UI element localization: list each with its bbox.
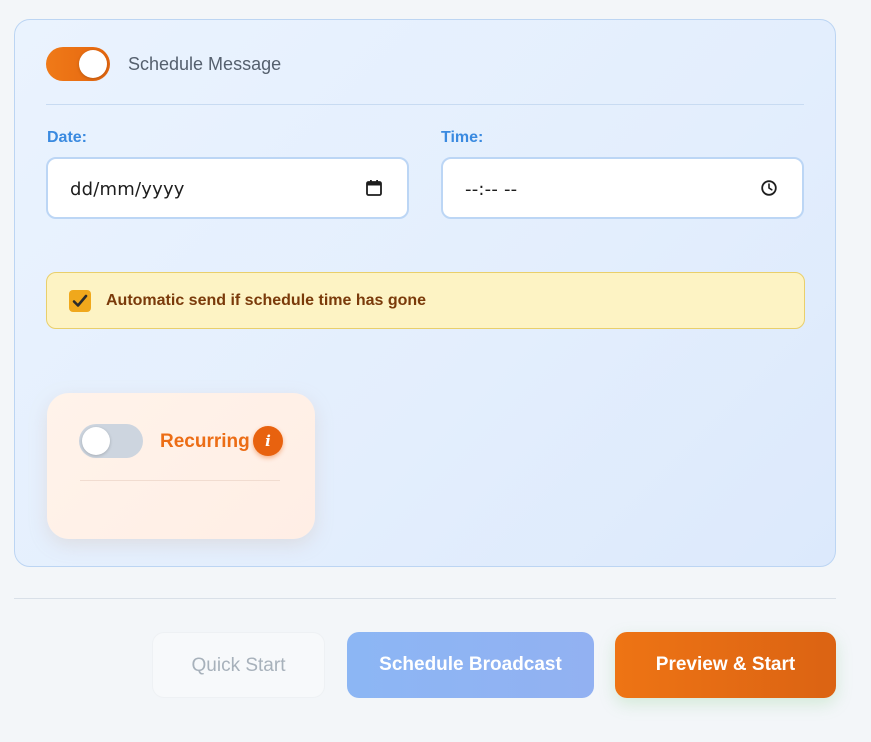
divider: [14, 598, 836, 599]
recurring-toggle[interactable]: [79, 424, 143, 458]
schedule-broadcast-button[interactable]: Schedule Broadcast: [347, 632, 594, 698]
info-icon[interactable]: i: [253, 426, 283, 456]
time-input[interactable]: --:-- --: [441, 157, 804, 219]
auto-send-checkbox[interactable]: [69, 290, 91, 312]
divider: [46, 104, 804, 105]
clock-icon[interactable]: [760, 179, 778, 197]
date-input[interactable]: dd/mm/yyyy: [46, 157, 409, 219]
time-input-placeholder: --:-- --: [465, 179, 518, 200]
toggle-knob: [82, 427, 110, 455]
date-label: Date:: [47, 129, 88, 146]
preview-start-button[interactable]: Preview & Start: [615, 632, 836, 698]
auto-send-label: Automatic send if schedule time has gone: [106, 292, 427, 309]
quick-start-button[interactable]: Quick Start: [152, 632, 325, 698]
checkmark-icon: [72, 294, 88, 307]
schedule-message-label: Schedule Message: [128, 54, 282, 74]
recurring-card: Recurring i: [47, 393, 315, 539]
date-input-placeholder: dd/mm/yyyy: [70, 179, 185, 200]
recurring-label: Recurring: [160, 431, 250, 452]
calendar-icon[interactable]: [365, 179, 383, 197]
auto-send-option: Automatic send if schedule time has gone: [46, 272, 805, 329]
schedule-panel: Schedule Message Date: Time: dd/mm/yyyy …: [14, 19, 836, 567]
toggle-knob: [79, 50, 107, 78]
divider: [80, 480, 280, 481]
time-label: Time:: [441, 129, 484, 146]
schedule-message-toggle[interactable]: [46, 47, 110, 81]
